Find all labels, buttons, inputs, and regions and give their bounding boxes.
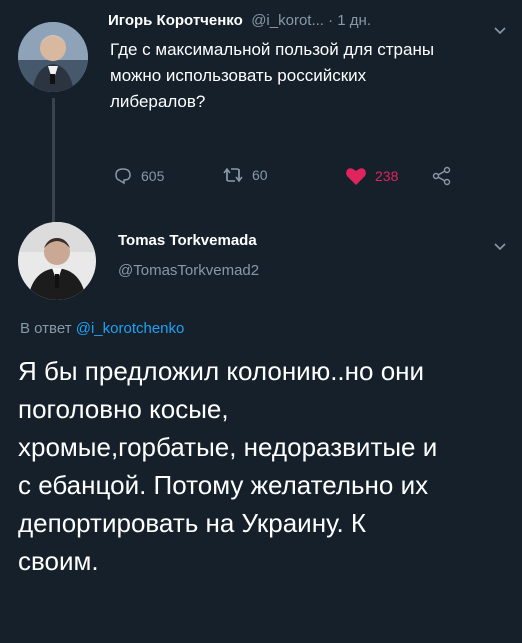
avatar-torkvemada[interactable] bbox=[18, 222, 96, 300]
tweet-text: Я бы предложил колонию..но они поголовно… bbox=[18, 356, 438, 576]
reply-prefix: В ответ bbox=[20, 320, 72, 337]
author-name[interactable]: Tomas Torkvemada bbox=[118, 232, 257, 249]
retweet-icon bbox=[223, 167, 243, 183]
author-handle[interactable]: @TomasTorkvemad2 bbox=[118, 262, 259, 279]
tweet-text: Где с максимальной пользой для страны мо… bbox=[110, 40, 435, 111]
retweet-count: 60 bbox=[252, 167, 268, 183]
reply-icon bbox=[115, 168, 131, 185]
share-button[interactable] bbox=[432, 166, 452, 186]
retweet-button[interactable]: 60 bbox=[222, 166, 268, 184]
chevron-down-icon[interactable] bbox=[494, 238, 506, 254]
reply-context: В ответ @i_korotchenko bbox=[20, 320, 184, 337]
thread-line bbox=[52, 98, 55, 222]
reply-count: 605 bbox=[141, 168, 165, 184]
share-icon bbox=[432, 166, 451, 186]
avatar-korotchenko[interactable] bbox=[18, 22, 88, 92]
chevron-down-icon[interactable] bbox=[494, 22, 506, 38]
heart-icon bbox=[346, 168, 366, 185]
like-button[interactable]: 238 bbox=[345, 166, 398, 186]
reply-button[interactable]: 605 bbox=[113, 166, 164, 186]
reply-to-link[interactable]: @i_korotchenko bbox=[76, 320, 185, 337]
like-count: 238 bbox=[375, 168, 399, 184]
handle-and-time: @i_korot... · 1 дн. bbox=[251, 12, 371, 29]
author-name[interactable]: Игорь Коротченко bbox=[108, 12, 243, 29]
